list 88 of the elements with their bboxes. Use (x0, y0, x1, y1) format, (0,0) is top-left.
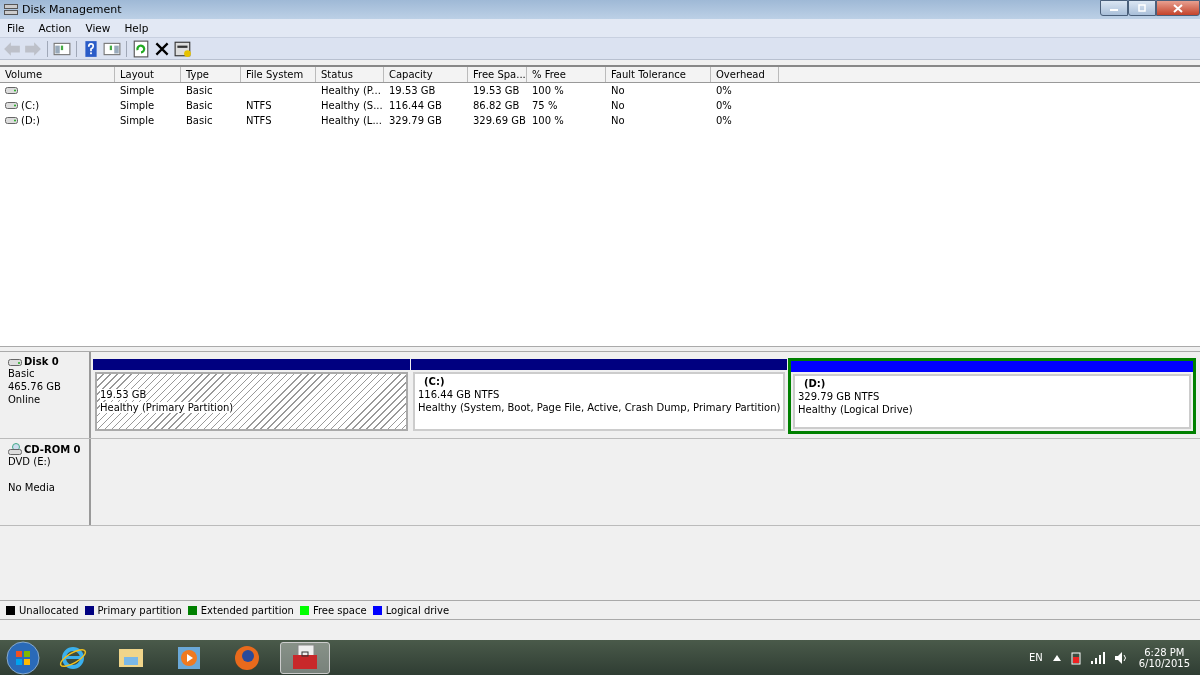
table-cell-text: (C:) (21, 99, 40, 113)
partition-block[interactable]: (C:) 116.44 GB NTFS Healthy (System, Boot, Page File, Active, Crash Dump, Primary Partition) (411, 358, 787, 434)
table-cell-text: 19.53 GB (473, 84, 520, 98)
disk-name: CD-ROM 0 (24, 443, 81, 455)
partition-size: 19.53 GB (100, 389, 147, 400)
disk-info: Basic (8, 368, 35, 379)
table-cell-text: Healthy (S... (321, 99, 383, 113)
close-button[interactable] (1156, 0, 1200, 16)
table-cell-text: 19.53 GB (389, 84, 436, 98)
help-icon[interactable] (82, 39, 100, 58)
column-header[interactable]: Type (181, 67, 241, 82)
menu-item[interactable]: Help (117, 22, 156, 34)
partition-block[interactable]: 19.53 GB Healthy (Primary Partition) (93, 358, 410, 434)
restore-icon (1137, 4, 1147, 12)
table-cell-text: Healthy (P... (321, 84, 381, 98)
legend-label: Free space (312, 604, 367, 616)
partition-size: 116.44 GB NTFS (418, 389, 500, 400)
legend-label: Primary partition (97, 604, 182, 616)
table-cell-text: 0% (716, 84, 732, 98)
disk-status: No Media (8, 482, 55, 493)
table-cell-text: Simple (120, 84, 155, 98)
table-cell-text: 0% (716, 114, 732, 128)
disk-app-icon (4, 3, 18, 16)
table-cell-text: 0% (716, 99, 732, 113)
table-cell-text: Basic (186, 84, 213, 98)
column-header[interactable]: Free Spa... (468, 67, 527, 82)
column-header[interactable]: Status (316, 67, 384, 82)
partition-block[interactable]: (D:) 329.79 GB NTFS Healthy (Logical Drive) (788, 358, 1196, 434)
partition-label: (D:) (804, 378, 826, 389)
clock-date[interactable]: 6/10/2015 (1138, 657, 1190, 669)
table-cell-text: 329.69 GB (473, 114, 526, 128)
language-indicator[interactable]: EN (1028, 652, 1043, 663)
menu-item[interactable]: View (78, 22, 118, 34)
start-button[interactable] (6, 640, 40, 675)
legend-label: Extended partition (200, 604, 294, 616)
table-cell-text: NTFS (246, 99, 272, 113)
partition-size: 329.79 GB NTFS (798, 391, 880, 402)
table-cell-text: Basic (186, 99, 213, 113)
window-title: Disk Management (22, 3, 122, 16)
taskbar-button[interactable] (280, 641, 330, 674)
table-cell-text: Simple (120, 99, 155, 113)
battery-icon[interactable] (1070, 650, 1081, 665)
menu-item[interactable]: Action (31, 22, 79, 34)
disk-info: 465.76 GB (8, 381, 61, 392)
table-cell-text: No (611, 114, 625, 128)
column-header[interactable]: % Free (527, 67, 606, 82)
signal-icon[interactable] (1090, 651, 1105, 664)
speaker-icon[interactable] (1114, 651, 1129, 664)
partition-status: Healthy (Logical Drive) (798, 404, 913, 415)
table-cell-text: Basic (186, 114, 213, 128)
table-cell-text: 100 % (532, 84, 564, 98)
restore-button[interactable] (1128, 0, 1156, 16)
table-cell-text: (D:) (21, 114, 40, 128)
table-cell-text: NTFS (246, 114, 272, 128)
partition-area[interactable]: (C:) 116.44 GB NTFS Healthy (System, Boot, Page File, Active, Crash Dump, Primary Partition) (413, 372, 785, 431)
table-cell-text: Simple (120, 114, 155, 128)
properties-icon[interactable] (174, 39, 192, 58)
table-cell-text: No (611, 84, 625, 98)
column-header[interactable]: Volume (0, 67, 115, 82)
column-header[interactable]: File System (241, 67, 316, 82)
partition-status: Healthy (Primary Partition) (100, 402, 234, 413)
legend-label: Logical drive (385, 604, 450, 616)
column-header[interactable]: Capacity (384, 67, 468, 82)
partition-status: Healthy (System, Boot, Page File, Active, Crash Dump, Primary Partition) (418, 402, 781, 413)
legend-label: Unallocated (19, 604, 79, 616)
table-cell-text: Healthy (L... (321, 114, 382, 128)
table-cell-text: 75 % (532, 99, 558, 113)
partition-area[interactable]: 19.53 GB Healthy (Primary Partition) (95, 372, 408, 431)
column-header[interactable]: Overhead (711, 67, 779, 82)
table-cell-text: 100 % (532, 114, 564, 128)
menu-item[interactable]: File (0, 22, 32, 34)
disc-drive-icon (8, 443, 22, 455)
close-icon (1173, 3, 1183, 13)
table-cell-text: 116.44 GB (389, 99, 442, 113)
clock-time[interactable]: 6:28 PM (1144, 646, 1185, 658)
table-cell-text: No (611, 99, 625, 113)
disk-info: DVD (E:) (8, 456, 51, 467)
table-cell-text: 329.79 GB (389, 114, 442, 128)
column-header[interactable]: Layout (115, 67, 181, 82)
column-header[interactable]: Fault Tolerance (606, 67, 711, 82)
partition-label: (C:) (424, 376, 445, 387)
disk-status: Online (8, 394, 41, 405)
partition-area[interactable]: (D:) 329.79 GB NTFS Healthy (Logical Drive) (793, 374, 1191, 429)
minimize-button[interactable] (1100, 0, 1128, 16)
table-cell-text: 86.82 GB (473, 99, 520, 113)
refresh-icon[interactable] (132, 39, 150, 58)
disk-name: Disk 0 (24, 356, 59, 367)
up-arrow-icon[interactable] (1052, 654, 1061, 661)
